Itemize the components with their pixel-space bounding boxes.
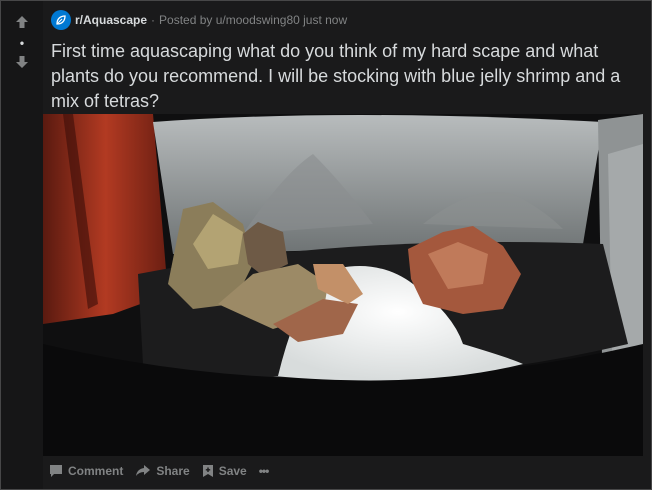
downvote-button[interactable] — [13, 53, 31, 71]
post-meta: r/Aquascape · Posted by u/moodswing80 ju… — [51, 10, 347, 30]
subreddit-icon[interactable] — [51, 10, 71, 30]
share-icon — [136, 465, 151, 476]
save-label: Save — [218, 464, 247, 478]
post-title[interactable]: First time aquascaping what do you think… — [51, 39, 636, 114]
post-image[interactable] — [43, 114, 643, 456]
save-button[interactable]: Save — [202, 464, 247, 478]
comment-button[interactable]: Comment — [49, 464, 123, 478]
posted-by[interactable]: Posted by u/moodswing80 just now — [159, 13, 347, 27]
leaf-icon — [56, 15, 66, 25]
upvote-arrow-icon — [16, 16, 28, 28]
post-card[interactable]: • r/Aquascape · Posted by u/moodswing80 … — [0, 0, 652, 490]
vote-column: • — [1, 1, 43, 489]
comment-icon — [50, 465, 62, 477]
post-content: r/Aquascape · Posted by u/moodswing80 ju… — [43, 1, 651, 489]
vote-score: • — [19, 36, 25, 50]
more-options-button[interactable]: ••• — [258, 464, 270, 478]
aquarium-photo — [43, 114, 643, 456]
post-actions: Comment Share Save ••• — [49, 459, 280, 483]
downvote-arrow-icon — [16, 56, 28, 68]
meta-separator: · — [151, 13, 156, 27]
bookmark-plus-icon — [202, 465, 213, 477]
subreddit-link[interactable]: r/Aquascape — [75, 13, 147, 27]
upvote-button[interactable] — [13, 13, 31, 31]
more-options-icon: ••• — [258, 464, 270, 478]
comment-label: Comment — [68, 464, 124, 478]
share-label: Share — [156, 464, 190, 478]
share-button[interactable]: Share — [135, 464, 190, 478]
